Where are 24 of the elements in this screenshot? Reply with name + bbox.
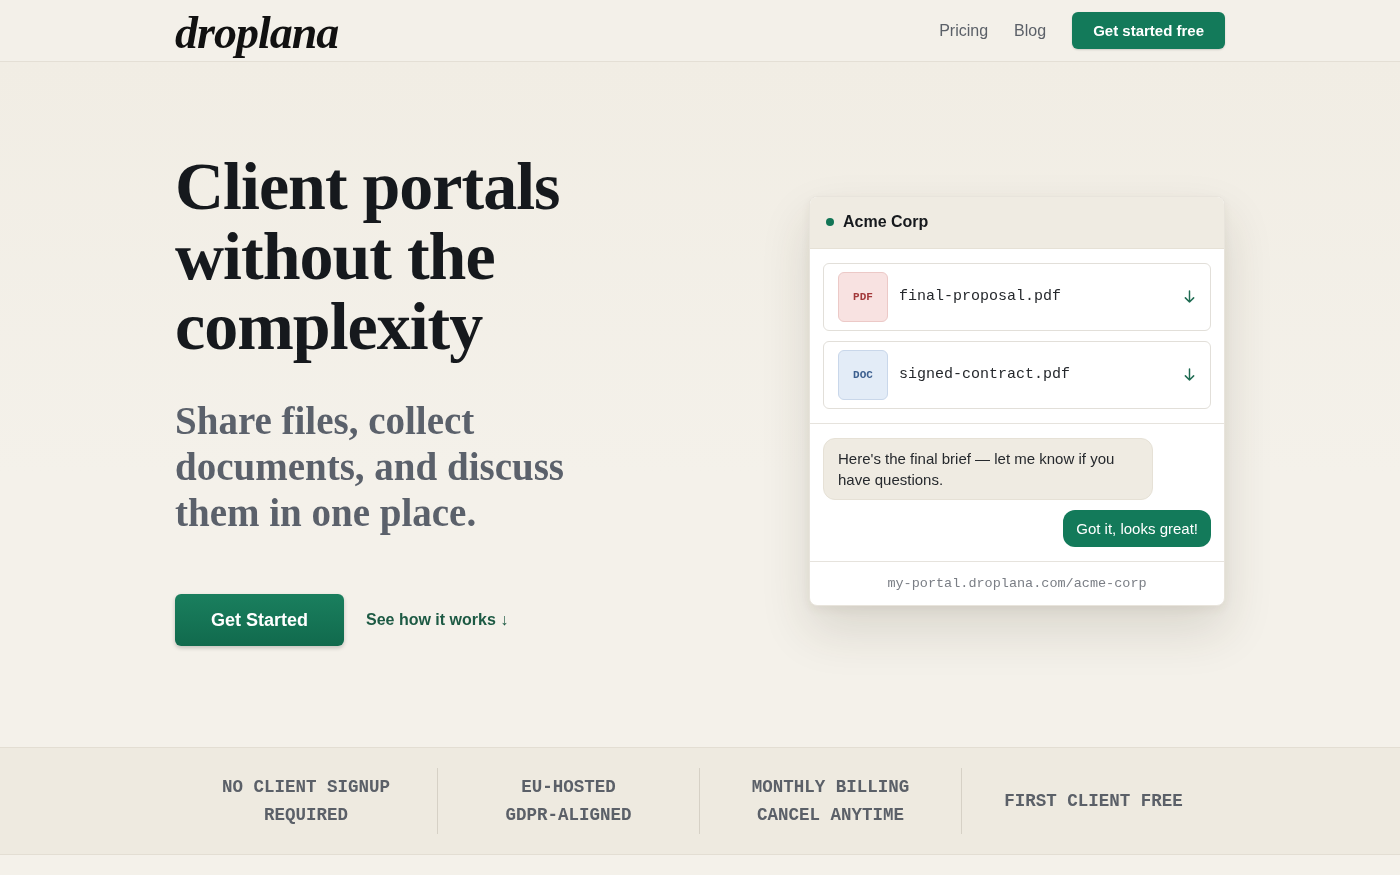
arrow-down-icon[interactable]: [1184, 290, 1195, 303]
feature-text: MONTHLY BILLING CANCEL ANYTIME: [750, 776, 911, 827]
see-how-it-works-link[interactable]: See how it works ↓: [366, 611, 509, 629]
logo[interactable]: droplana: [175, 9, 339, 56]
file-name: final-proposal.pdf: [899, 288, 1063, 305]
client-name: Acme Corp: [843, 213, 929, 231]
file-type-badge: DOC: [838, 349, 888, 400]
file-type-badge: PDF: [838, 271, 888, 322]
nav-link[interactable]: Pricing: [939, 21, 989, 40]
file-row[interactable]: DOC signed-contract.pdf: [823, 340, 1211, 409]
feature-text: FIRST CLIENT FREE: [1004, 790, 1183, 813]
hero-subheading: Share files, collect documents, and discuss them in one place.: [175, 398, 566, 536]
get-started-button[interactable]: Get Started: [175, 594, 344, 646]
feature-text: EU-HOSTED GDPR-ALIGNED: [504, 776, 633, 827]
portal-url: my-portal.droplana.com/acme-corp: [887, 575, 1147, 591]
sent-message-bubble: Got it, looks great!: [1063, 509, 1211, 547]
feature-text: NO CLIENT SIGNUP REQUIRED: [220, 776, 392, 827]
nav-link[interactable]: Blog: [1014, 21, 1047, 40]
file-row[interactable]: PDF final-proposal.pdf: [823, 262, 1211, 331]
arrow-down-icon[interactable]: [1184, 368, 1195, 381]
received-message-bubble: Here's the final brief — let me know if you have questions.: [823, 437, 1153, 500]
get-started-free-button[interactable]: Get started free: [1072, 12, 1225, 49]
hero-heading: Client portals without the complexity: [175, 151, 561, 361]
file-name: signed-contract.pdf: [899, 366, 1072, 383]
